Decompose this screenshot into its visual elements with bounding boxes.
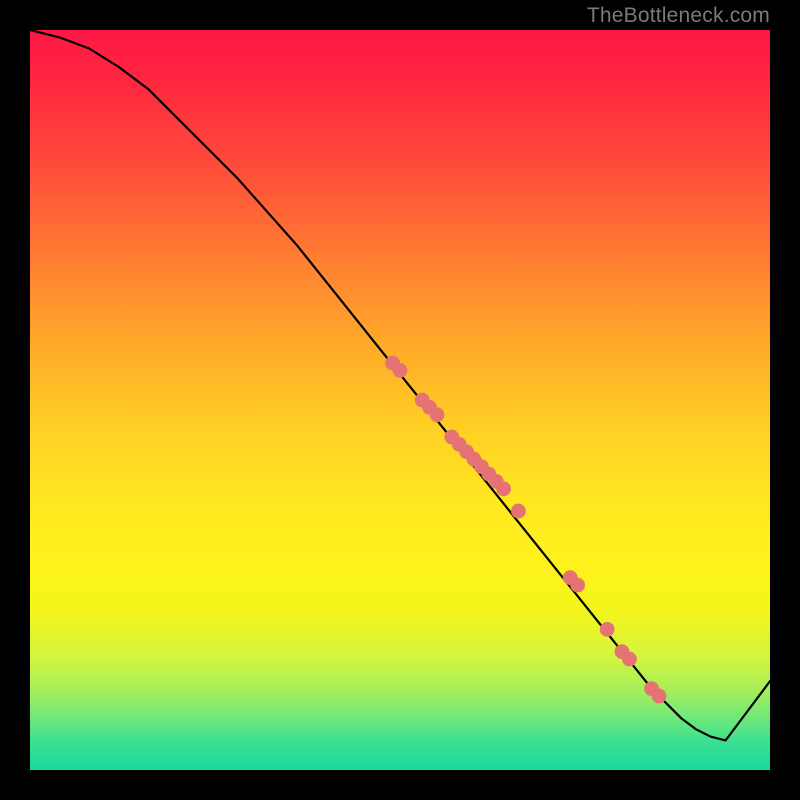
data-marker	[430, 407, 445, 422]
plot-area	[30, 30, 770, 770]
chart-svg	[30, 30, 770, 770]
data-marker	[600, 622, 615, 637]
data-marker	[570, 578, 585, 593]
line-layer	[30, 30, 770, 740]
data-line	[30, 30, 770, 740]
data-marker	[393, 363, 408, 378]
data-marker	[652, 689, 667, 704]
watermark-text: TheBottleneck.com	[587, 4, 770, 28]
chart-stage: TheBottleneck.com	[0, 0, 800, 800]
data-marker	[511, 504, 526, 519]
marker-layer	[385, 356, 666, 704]
data-marker	[496, 481, 511, 496]
data-marker	[622, 652, 637, 667]
